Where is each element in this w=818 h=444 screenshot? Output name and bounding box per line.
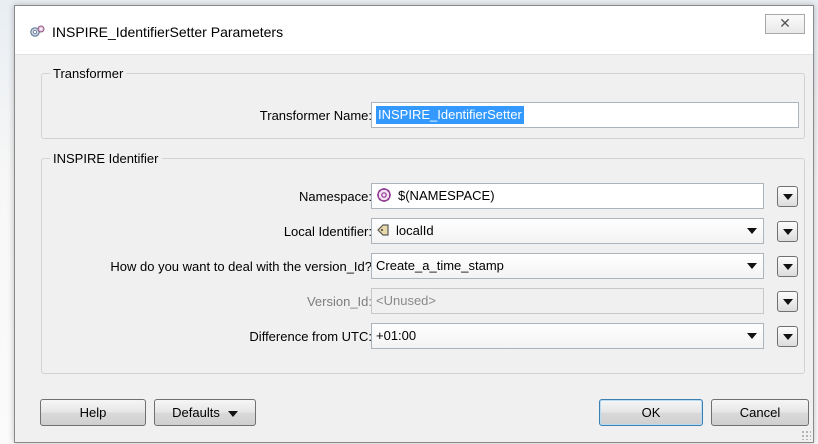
ok-button-label: OK xyxy=(641,405,661,420)
cancel-button[interactable]: Cancel xyxy=(711,399,809,426)
resize-grip[interactable] xyxy=(801,430,811,440)
attribute-icon xyxy=(377,224,389,236)
version-id-menu-button[interactable] xyxy=(777,291,798,312)
gear-icon xyxy=(30,25,45,37)
namespace-value: $(NAMESPACE) xyxy=(398,188,495,203)
dialog-title: INSPIRE_IdentifierSetter Parameters xyxy=(52,24,284,40)
version-mode-select[interactable]: Create_a_time_stamp xyxy=(371,253,764,279)
user-parameter-icon xyxy=(377,188,391,203)
cancel-button-label: Cancel xyxy=(739,405,781,420)
close-button[interactable]: ✕ xyxy=(765,14,805,34)
help-button-label: Help xyxy=(79,405,107,420)
local-identifier-menu-button[interactable] xyxy=(777,221,798,242)
namespace-input[interactable]: $(NAMESPACE) xyxy=(371,183,764,209)
chevron-down-icon xyxy=(747,228,757,234)
version-id-value: <Unused> xyxy=(376,293,436,308)
local-identifier-select[interactable]: localId xyxy=(371,218,764,244)
defaults-button[interactable]: Defaults xyxy=(154,399,256,426)
parameters-dialog: INSPIRE_IdentifierSetter Parameters ✕ Tr… xyxy=(14,5,814,443)
transformer-name-value: INSPIRE_IdentifierSetter xyxy=(376,106,524,124)
transformer-name-input[interactable]: INSPIRE_IdentifierSetter xyxy=(371,102,799,128)
utc-offset-label: Difference from UTC: xyxy=(249,329,372,344)
utc-offset-select[interactable]: +01:00 xyxy=(371,323,764,349)
transformer-group-title: Transformer xyxy=(50,66,127,81)
chevron-down-icon xyxy=(227,410,238,417)
local-identifier-label: Local Identifier: xyxy=(283,224,372,239)
version-mode-label: How do you want to deal with the version… xyxy=(110,259,372,274)
utc-offset-value: +01:00 xyxy=(376,328,417,343)
version-mode-value: Create_a_time_stamp xyxy=(376,258,504,273)
help-button[interactable]: Help xyxy=(40,399,146,426)
local-identifier-value: localId xyxy=(396,223,434,238)
chevron-down-icon xyxy=(747,333,757,339)
inspire-identifier-group-title: INSPIRE Identifier xyxy=(50,151,162,166)
title-bar: INSPIRE_IdentifierSetter Parameters ✕ xyxy=(15,6,813,55)
version-mode-menu-button[interactable] xyxy=(777,256,798,277)
version-id-label: Version_Id: xyxy=(306,294,372,309)
ok-button[interactable]: OK xyxy=(599,399,703,426)
chevron-down-icon xyxy=(747,263,757,269)
namespace-label: Namespace: xyxy=(299,189,372,204)
transformer-name-label: Transformer Name: xyxy=(259,108,372,123)
namespace-menu-button[interactable] xyxy=(777,186,798,207)
defaults-button-label: Defaults xyxy=(172,405,220,420)
utc-offset-menu-button[interactable] xyxy=(777,326,798,347)
close-icon: ✕ xyxy=(779,16,791,32)
version-id-input: <Unused> xyxy=(371,288,764,314)
